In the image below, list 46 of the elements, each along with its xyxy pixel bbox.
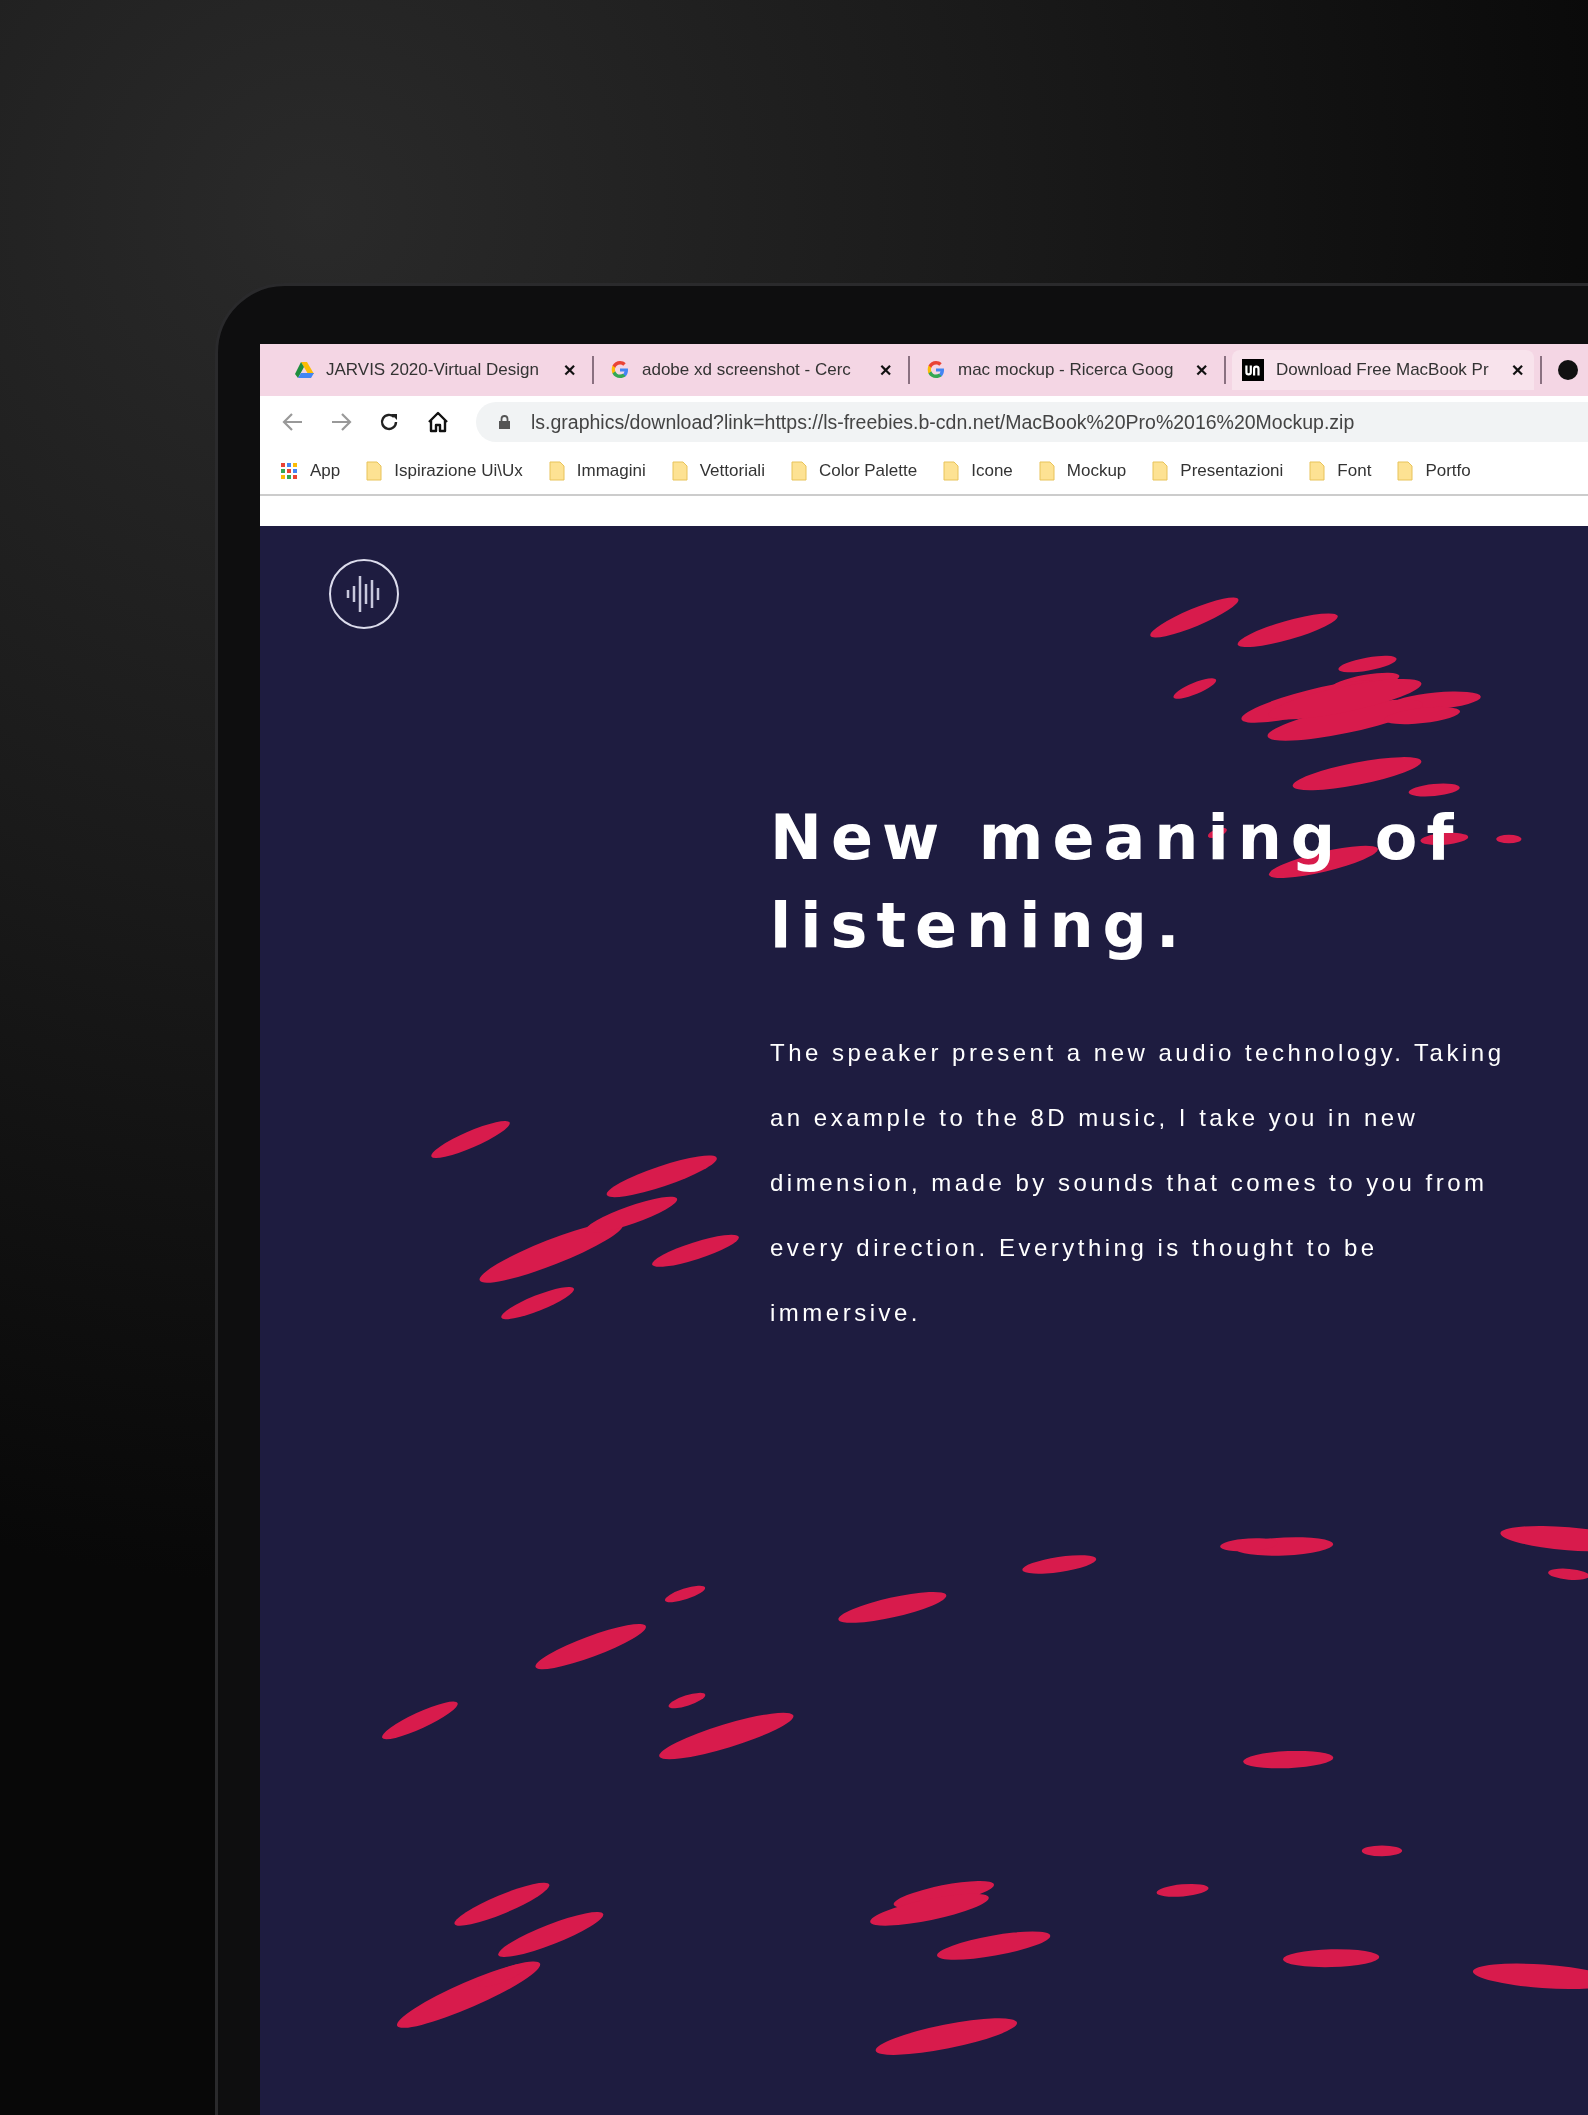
folder-icon bbox=[1309, 461, 1326, 481]
description-text: The speaker present a new audio technology. Taking an example to the 8D music, I take you in new dimension, made by sounds that comes to you from every direction. Everything is thought to be immersive. bbox=[770, 1038, 1506, 1328]
bookmark-item[interactable]: Font bbox=[1309, 461, 1372, 481]
headline: New meaning of listening. bbox=[770, 800, 1464, 964]
google-icon bbox=[926, 360, 946, 380]
folder-icon bbox=[1397, 461, 1414, 481]
close-icon[interactable]: ✕ bbox=[1195, 360, 1208, 380]
folder-icon bbox=[1038, 461, 1055, 481]
lock-icon bbox=[498, 414, 511, 430]
bookmark-item[interactable]: Ispirazione Ui\Ux bbox=[366, 461, 523, 481]
reload-icon[interactable] bbox=[378, 411, 400, 433]
back-icon[interactable] bbox=[282, 412, 304, 432]
tab-title: mac mockup - Ricerca Goog bbox=[958, 360, 1175, 380]
folder-icon bbox=[548, 461, 565, 481]
home-icon[interactable] bbox=[426, 411, 450, 433]
address-bar[interactable]: ls.graphics/download?link=https://ls-freebies.b-cdn.net/MacBook%20Pro%2016%20Mockup.zip bbox=[476, 402, 1588, 442]
browser-tab[interactable]: Download Free MacBook Pr ✕ bbox=[1232, 350, 1534, 390]
close-icon[interactable]: ✕ bbox=[1511, 360, 1524, 380]
apps-grid-icon bbox=[280, 462, 298, 480]
bookmark-item[interactable]: Portfo bbox=[1397, 461, 1471, 481]
sound-wave-logo-icon bbox=[328, 558, 400, 630]
bookmark-item[interactable]: Color Palette bbox=[790, 461, 918, 481]
folder-icon bbox=[790, 461, 807, 481]
folder-icon bbox=[1152, 461, 1169, 481]
square-logo-icon bbox=[1242, 359, 1264, 381]
browser-tab[interactable]: adobe xd screenshot - Cerc ✕ bbox=[600, 350, 902, 390]
tab-title: adobe xd screenshot - Cerc bbox=[642, 360, 852, 380]
circle-logo-icon bbox=[1558, 360, 1578, 380]
close-icon[interactable]: ✕ bbox=[563, 360, 576, 380]
bookmark-item[interactable]: App bbox=[280, 461, 341, 481]
bookmark-item[interactable]: Immagini bbox=[548, 461, 646, 481]
folder-icon bbox=[943, 461, 960, 481]
folder-icon bbox=[366, 461, 383, 481]
folder-icon bbox=[671, 461, 688, 481]
bookmark-item[interactable]: Presentazioni bbox=[1152, 461, 1284, 481]
bookmark-item[interactable]: Vettoriali bbox=[671, 461, 765, 481]
tab-title: JARVIS 2020-Virtual Design bbox=[326, 360, 540, 380]
browser-tab[interactable]: mac mockup - Ricerca Goog ✕ bbox=[916, 350, 1218, 390]
tab-title: Download Free MacBook Pr bbox=[1276, 360, 1490, 380]
triangle-logo-icon bbox=[294, 361, 314, 379]
google-icon bbox=[610, 360, 630, 380]
bookmark-item[interactable]: Icone bbox=[943, 461, 1013, 481]
forward-icon[interactable] bbox=[330, 412, 352, 432]
bookmark-item[interactable]: Mockup bbox=[1038, 461, 1127, 481]
close-icon[interactable]: ✕ bbox=[879, 360, 892, 380]
browser-tab[interactable]: JARVIS 2020-Virtual Design ✕ bbox=[284, 350, 586, 390]
